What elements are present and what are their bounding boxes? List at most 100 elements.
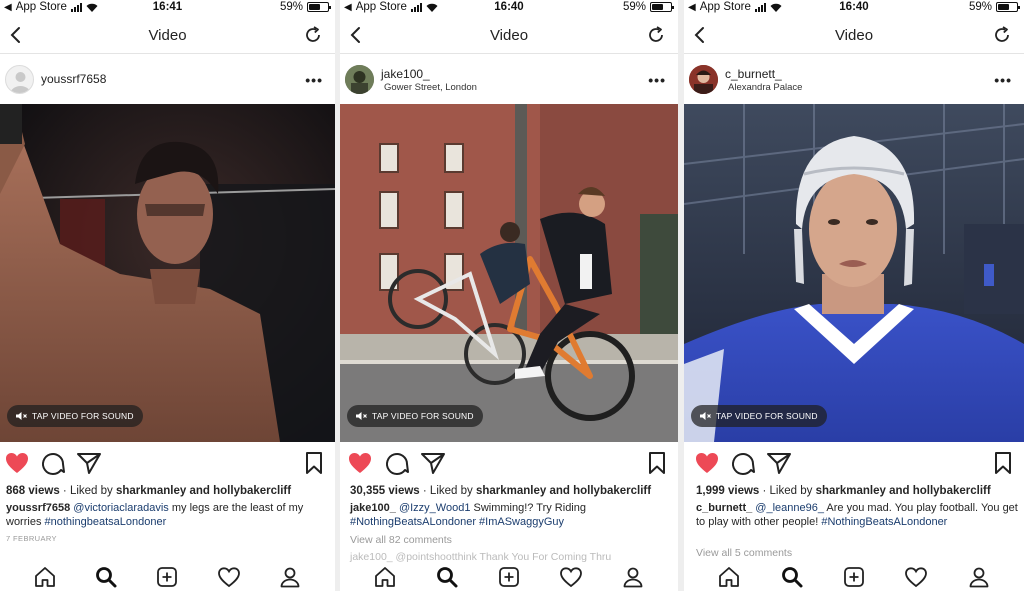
more-icon[interactable]: ••• xyxy=(305,72,323,88)
avatar[interactable] xyxy=(689,65,718,94)
caption-username[interactable]: c_burnett_ xyxy=(696,502,752,514)
phone-screen-2: ◀ App Store 16:40 59% Video jake100_ Gow… xyxy=(340,0,678,591)
home-icon[interactable] xyxy=(373,565,397,589)
avatar[interactable] xyxy=(5,65,34,94)
heart-icon[interactable] xyxy=(347,450,373,476)
post-username[interactable]: jake100_ xyxy=(381,67,430,81)
caption: c_burnett_ @_leanne96_ Are you mad. You … xyxy=(696,501,1018,529)
view-count[interactable]: 868 views xyxy=(6,485,60,497)
video-frame-wheelie xyxy=(340,104,678,442)
home-icon[interactable] xyxy=(33,565,57,589)
status-bar: ◀ App Store 16:40 59% xyxy=(684,0,1024,16)
video-frame-boxer xyxy=(0,104,335,442)
caption-hashtag[interactable]: #NothingBeatsALondoner #ImASwaggyGuy xyxy=(350,516,564,528)
page-title: Video xyxy=(148,27,187,44)
caption-text: Swimming!? Try Riding xyxy=(470,502,587,514)
caption-mention[interactable]: @victoriaclaradavis xyxy=(70,502,169,514)
add-icon[interactable] xyxy=(155,565,179,589)
post-header: jake100_ Gower Street, London ••• xyxy=(340,58,678,102)
liked-by-prefix: · Liked by xyxy=(759,485,816,497)
caption-username[interactable]: jake100_ xyxy=(350,502,396,514)
bookmark-icon[interactable] xyxy=(301,450,327,476)
post-actions xyxy=(684,450,1024,478)
bookmark-icon[interactable] xyxy=(990,450,1016,476)
share-icon[interactable] xyxy=(76,450,102,476)
profile-icon[interactable] xyxy=(967,565,991,589)
activity-icon[interactable] xyxy=(559,565,583,589)
post-date: 7 FEBRUARY xyxy=(6,534,57,543)
caption-mention[interactable]: @Izzy_Wood1 xyxy=(396,502,471,514)
post-location[interactable]: Alexandra Palace xyxy=(728,82,802,93)
sound-label: TAP VIDEO FOR SOUND xyxy=(32,411,134,421)
battery-icon xyxy=(650,2,674,12)
nav-bar: Video xyxy=(0,18,335,54)
tap-for-sound-button[interactable]: TAP VIDEO FOR SOUND xyxy=(691,405,827,427)
profile-icon[interactable] xyxy=(621,565,645,589)
comment-icon[interactable] xyxy=(384,450,410,476)
view-all-comments[interactable]: View all 82 comments xyxy=(350,534,452,546)
post-username[interactable]: c_burnett_ xyxy=(725,67,782,81)
liked-by-prefix: · Liked by xyxy=(59,485,116,497)
share-icon[interactable] xyxy=(420,450,446,476)
caption: jake100_ @Izzy_Wood1 Swimming!? Try Ridi… xyxy=(350,501,674,529)
liked-by-users[interactable]: sharkmanley and hollybakercliff xyxy=(476,485,651,497)
home-icon[interactable] xyxy=(717,565,741,589)
post-actions xyxy=(340,450,678,478)
caption-mention[interactable]: @_leanne96_ xyxy=(752,502,824,514)
speaker-muted-icon xyxy=(700,412,711,420)
video-frame-hockey-player xyxy=(684,104,1024,442)
heart-icon[interactable] xyxy=(694,450,720,476)
views-line: 868 views · Liked by sharkmanley and hol… xyxy=(6,485,331,497)
battery-percent: 59% xyxy=(968,1,992,13)
battery-icon xyxy=(996,2,1020,12)
liked-by-users[interactable]: sharkmanley and hollybakercliff xyxy=(116,485,291,497)
post-location[interactable]: Gower Street, London xyxy=(384,82,477,93)
view-count[interactable]: 30,355 views xyxy=(350,485,420,497)
avatar[interactable] xyxy=(345,65,374,94)
share-icon[interactable] xyxy=(766,450,792,476)
sound-label: TAP VIDEO FOR SOUND xyxy=(716,411,818,421)
bookmark-icon[interactable] xyxy=(644,450,670,476)
post-actions xyxy=(0,450,335,478)
post-video[interactable]: TAP VIDEO FOR SOUND xyxy=(0,104,335,442)
caption-hashtag[interactable]: #nothingbeatsaLondoner xyxy=(45,516,167,528)
caption-username[interactable]: youssrf7658 xyxy=(6,502,70,514)
comment-icon[interactable] xyxy=(40,450,66,476)
activity-icon[interactable] xyxy=(904,565,928,589)
profile-icon[interactable] xyxy=(278,565,302,589)
activity-icon[interactable] xyxy=(217,565,241,589)
tap-for-sound-button[interactable]: TAP VIDEO FOR SOUND xyxy=(7,405,143,427)
page-title: Video xyxy=(834,27,874,44)
search-icon[interactable] xyxy=(94,565,118,589)
nav-bar: Video xyxy=(684,18,1024,54)
sound-label: TAP VIDEO FOR SOUND xyxy=(372,411,474,421)
post-header: c_burnett_ Alexandra Palace ••• xyxy=(684,58,1024,102)
battery-percent: 59% xyxy=(622,1,646,13)
post-video[interactable]: TAP VIDEO FOR SOUND xyxy=(684,104,1024,442)
liked-by-users[interactable]: sharkmanley and hollybakercliff xyxy=(816,485,991,497)
view-all-comments[interactable]: View all 5 comments xyxy=(696,547,792,559)
refresh-icon[interactable] xyxy=(992,25,1012,45)
post-header: youssrf7658 ••• xyxy=(0,58,335,102)
caption: youssrf7658 @victoriaclaradavis my legs … xyxy=(6,501,331,529)
speaker-muted-icon xyxy=(356,412,367,420)
battery-percent: 59% xyxy=(279,1,303,13)
refresh-icon[interactable] xyxy=(646,25,666,45)
search-icon[interactable] xyxy=(780,565,804,589)
refresh-icon[interactable] xyxy=(303,25,323,45)
comment-icon[interactable] xyxy=(730,450,756,476)
heart-icon[interactable] xyxy=(4,450,30,476)
liked-by-prefix: · Liked by xyxy=(419,485,476,497)
add-icon[interactable] xyxy=(497,565,521,589)
more-icon[interactable]: ••• xyxy=(994,72,1012,88)
tab-bar xyxy=(340,563,678,591)
caption-hashtag[interactable]: #NothingBeatsALondoner xyxy=(821,516,947,528)
tab-bar xyxy=(684,563,1024,591)
add-icon[interactable] xyxy=(842,565,866,589)
view-count[interactable]: 1,999 views xyxy=(696,485,759,497)
more-icon[interactable]: ••• xyxy=(648,72,666,88)
post-username[interactable]: youssrf7658 xyxy=(41,72,106,86)
search-icon[interactable] xyxy=(435,565,459,589)
tap-for-sound-button[interactable]: TAP VIDEO FOR SOUND xyxy=(347,405,483,427)
post-video[interactable]: TAP VIDEO FOR SOUND xyxy=(340,104,678,442)
